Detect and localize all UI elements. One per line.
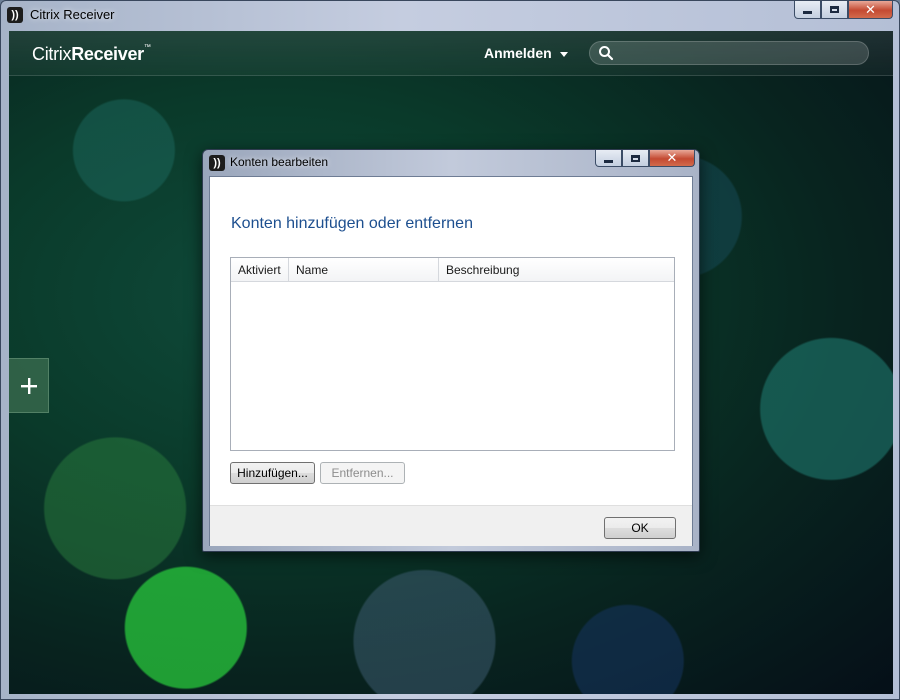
citrix-receiver-logo: CitrixReceiver™ <box>32 44 151 65</box>
dialog-close-button[interactable]: ✕ <box>649 150 695 167</box>
brand-text-bold: Receiver <box>71 44 144 64</box>
dialog-minimize-button[interactable] <box>595 150 622 167</box>
column-header-description[interactable]: Beschreibung <box>439 258 674 281</box>
add-apps-button[interactable] <box>9 358 49 413</box>
dialog-title: Konten bearbeiten <box>230 155 329 169</box>
search-input[interactable] <box>618 44 862 64</box>
column-header-enabled[interactable]: Aktiviert <box>231 258 289 281</box>
minimize-icon <box>803 11 812 14</box>
signin-label: Anmelden <box>484 45 552 61</box>
app-window: )) Citrix Receiver ✕ CitrixReceiver™ Anm… <box>0 0 900 700</box>
citrix-app-icon: )) <box>7 7 23 23</box>
chevron-down-icon <box>559 52 568 57</box>
edit-accounts-dialog: )) Konten bearbeiten ✕ Konten hinzufügen… <box>202 149 700 552</box>
search-icon <box>599 46 614 61</box>
maximize-button[interactable] <box>821 1 848 19</box>
dialog-maximize-button[interactable] <box>622 150 649 167</box>
dialog-content: Konten hinzufügen oder entfernen Aktivie… <box>209 176 693 546</box>
remove-account-button[interactable]: Entfernen... <box>320 462 405 484</box>
minimize-icon <box>604 159 613 163</box>
maximize-icon <box>631 154 640 162</box>
column-header-name[interactable]: Name <box>289 258 439 281</box>
maximize-icon <box>830 6 839 13</box>
accounts-list[interactable]: Aktiviert Name Beschreibung <box>230 257 675 451</box>
dialog-window-controls: ✕ <box>595 150 695 167</box>
close-icon: ✕ <box>865 1 876 17</box>
window-controls: ✕ <box>794 1 893 19</box>
close-icon: ✕ <box>666 150 678 165</box>
minimize-button[interactable] <box>794 1 821 19</box>
dialog-heading: Konten hinzufügen oder entfernen <box>231 215 473 232</box>
search-box[interactable] <box>589 41 869 65</box>
ok-button[interactable]: OK <box>604 517 676 539</box>
trademark-mark: ™ <box>143 44 151 51</box>
window-title: Citrix Receiver <box>30 7 115 22</box>
receiver-header: CitrixReceiver™ Anmelden <box>9 31 893 76</box>
close-button[interactable]: ✕ <box>848 1 893 19</box>
window-titlebar[interactable]: )) Citrix Receiver ✕ <box>1 1 899 29</box>
dialog-titlebar[interactable]: )) Konten bearbeiten ✕ <box>203 150 699 176</box>
citrix-dialog-icon: )) <box>209 155 225 171</box>
brand-text-regular: Citrix <box>32 44 72 64</box>
add-account-button[interactable]: Hinzufügen... <box>230 462 315 484</box>
accounts-list-header: Aktiviert Name Beschreibung <box>231 258 674 282</box>
signin-menu[interactable]: Anmelden <box>484 45 568 61</box>
plus-icon <box>20 377 37 394</box>
dialog-footer: OK <box>210 505 692 546</box>
